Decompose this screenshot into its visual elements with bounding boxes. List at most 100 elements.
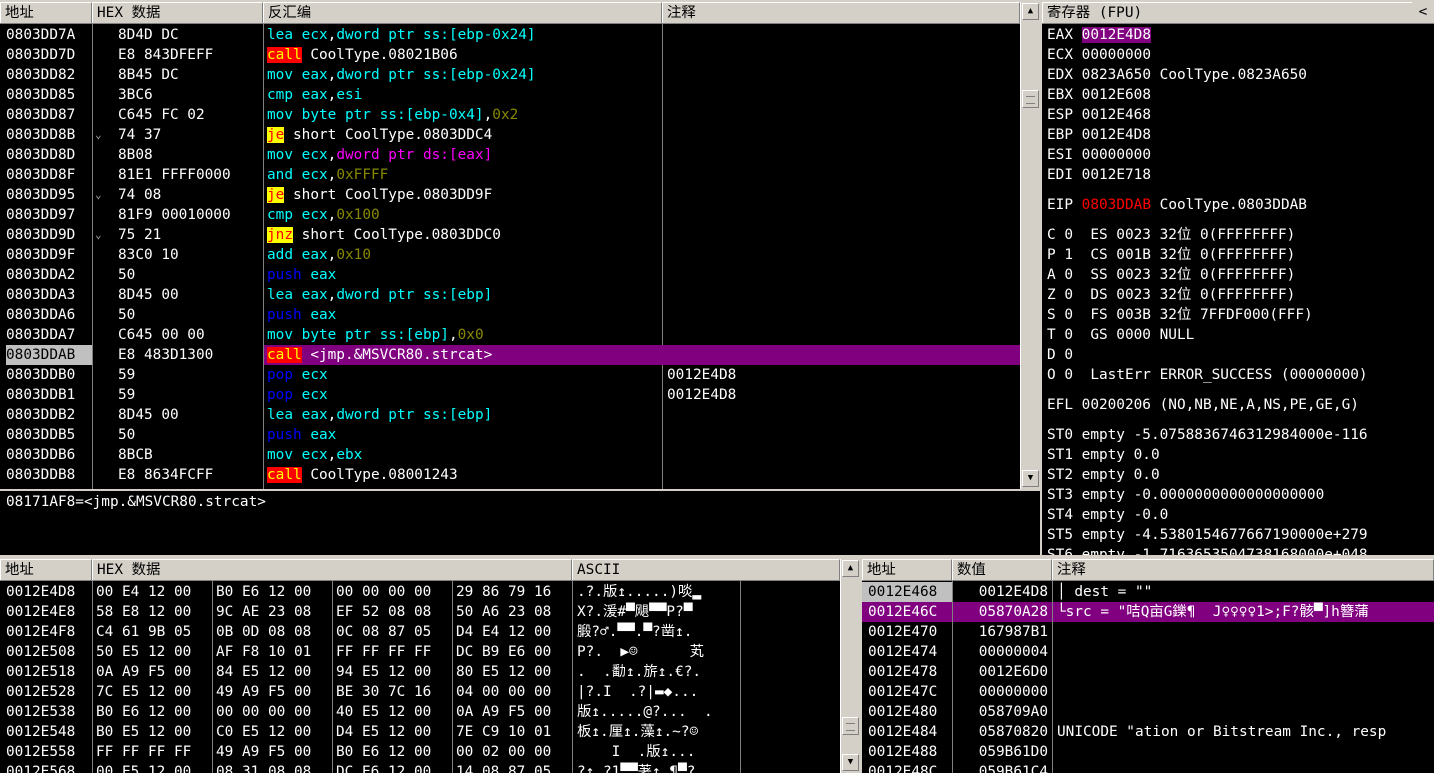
fpu-row[interactable]: ST4 empty -0.0 (1047, 505, 1168, 525)
dump-scroll-thumb[interactable] (842, 717, 859, 735)
disasm-row[interactable]: 0803DDA3 8D45 00 lea eax,dword ptr ss:[ebp… (0, 285, 1020, 305)
dump-row[interactable]: 0012E4F8 C4 61 9B 05 0B 0D 08 08 0C 08 87 0… (0, 622, 840, 642)
disasm-row[interactable]: 0803DD8D 8B08 mov ecx,dword ptr ds:[eax] (0, 145, 1020, 165)
dump-pane[interactable]: 0012E4D8 00 E4 12 00 B0 E6 12 00 00 00 00 0… (0, 581, 840, 773)
dump-scroll-up-icon[interactable]: ▲ (842, 560, 859, 577)
dump-row[interactable]: 0012E548 B0 E5 12 00 C0 E5 12 00 D4 E5 12 0… (0, 722, 840, 742)
dump-col-ascii[interactable]: ASCII (572, 559, 840, 580)
disasm-row[interactable]: 0803DD95 ⌄ 74 08 je short CoolType.0803DD9F (0, 185, 1020, 205)
disasm-row[interactable]: 0803DD7D E8 843DFEFF call CoolType.08021B0… (0, 45, 1020, 65)
disasm-row[interactable]: 0803DDB5 50 push eax (0, 425, 1020, 445)
register-value[interactable]: 0012E608 (1082, 87, 1151, 103)
scroll-down-icon[interactable]: ▼ (1022, 470, 1039, 487)
register-value[interactable]: 0823A650 (1082, 67, 1151, 83)
disasm-row[interactable]: 0803DD8F 81E1 FFFF0000 and ecx,0xFFFF (0, 165, 1020, 185)
col-comment[interactable]: 注释 (662, 2, 1020, 23)
disasm-row[interactable]: 0803DD9F 83C0 10 add eax,0x10 (0, 245, 1020, 265)
stack-row[interactable]: 0012E46C 05870A28 └src = "咭Q亩G鑠¶ J♀♀♀♀1>;F… (862, 602, 1434, 622)
scroll-up-icon[interactable]: ▲ (1022, 3, 1039, 20)
stack-row[interactable]: 0012E468 0012E4D8 │ dest = "" (862, 582, 1434, 602)
disasm-row[interactable]: 0803DDB1 59 pop ecx 0012E4D8 (0, 385, 1020, 405)
disasm-row[interactable]: 0803DD82 8B45 DC mov eax,dword ptr ss:[ebp… (0, 65, 1020, 85)
register-ecx[interactable]: ECX 00000000 (1047, 45, 1432, 65)
dump-row[interactable]: 0012E518 0A A9 F5 00 84 E5 12 00 94 E5 12 0… (0, 662, 840, 682)
flag-row[interactable]: T 0 GS 0000 NULL (1047, 325, 1194, 345)
stack-col-value[interactable]: 数值 (952, 559, 1052, 580)
collapse-icon[interactable]: < (1412, 2, 1434, 23)
col-disasm[interactable]: 反汇编 (263, 2, 662, 23)
register-value[interactable]: 00000000 (1082, 147, 1151, 163)
stack-row[interactable]: 0012E480 058709A0 (862, 702, 1434, 722)
flag-row[interactable]: D 0 (1047, 345, 1073, 365)
dump-scrollbar[interactable]: ▲ ▼ (840, 559, 860, 773)
fpu-row[interactable]: ST5 empty -4.5380154677667190000e+279 (1047, 525, 1368, 545)
stack-col-address[interactable]: 地址 (862, 559, 952, 580)
disasm-row[interactable]: 0803DDA7 C645 00 00 mov byte ptr ss:[ebp],… (0, 325, 1020, 345)
dump-col-hex[interactable]: HEX 数据 (92, 559, 572, 580)
register-edx[interactable]: EDX 0823A650 CoolType.0823A650 (1047, 65, 1432, 85)
register-ebp[interactable]: EBP 0012E4D8 (1047, 125, 1432, 145)
register-value[interactable]: 0012E468 (1082, 107, 1151, 123)
register-value[interactable]: 0012E4D8 (1082, 127, 1151, 143)
flag-row[interactable]: O 0 LastErr ERROR_SUCCESS (00000000) (1047, 365, 1368, 385)
flag-row[interactable]: S 0 FS 003B 32位 7FFDF000(FFF) (1047, 305, 1313, 325)
dump-row[interactable]: 0012E4D8 00 E4 12 00 B0 E6 12 00 00 00 00 0… (0, 582, 840, 602)
stack-row[interactable]: 0012E48C 059B61C4 (862, 762, 1434, 773)
flag-row[interactable]: P 1 CS 001B 32位 0(FFFFFFFF) (1047, 245, 1295, 265)
register-esi[interactable]: ESI 00000000 (1047, 145, 1432, 165)
dump-row[interactable]: 0012E558 FF FF FF FF 49 A9 F5 00 B0 E6 12 0… (0, 742, 840, 762)
dump-row[interactable]: 0012E568 00 E5 12 00 08 31 08 08 DC E6 12 0… (0, 762, 840, 773)
col-hex[interactable]: HEX 数据 (92, 2, 263, 23)
fpu-row[interactable]: ST0 empty -5.0758836746312984000e-116 (1047, 425, 1368, 445)
register-ebx[interactable]: EBX 0012E608 (1047, 85, 1432, 105)
stack-row[interactable]: 0012E488 059B61D0 (862, 742, 1434, 762)
disasm-row[interactable]: 0803DD97 81F9 00010000 cmp ecx,0x100 (0, 205, 1020, 225)
disasm-row[interactable]: 0803DDB8 E8 8634FCFF call CoolType.0800124… (0, 465, 1020, 485)
dump-row[interactable]: 0012E508 50 E5 12 00 AF F8 10 01 FF FF FF F… (0, 642, 840, 662)
disasm-row[interactable]: 0803DDA6 50 push eax (0, 305, 1020, 325)
disasm-row[interactable]: 0803DDB0 59 pop ecx 0012E4D8 (0, 365, 1020, 385)
disasm-row[interactable]: 0803DD9D ⌄ 75 21 jnz short CoolType.0803DDC… (0, 225, 1020, 245)
stack-row[interactable]: 0012E470 167987B1 (862, 622, 1434, 642)
disasm-row[interactable]: 0803DD85 3BC6 cmp eax,esi (0, 85, 1020, 105)
stack-col-comment[interactable]: 注释 (1052, 559, 1434, 580)
register-value[interactable]: 00000000 (1082, 47, 1151, 63)
register-eax[interactable]: EAX 0012E4D8 (1047, 25, 1432, 45)
flag-row[interactable]: C 0 ES 0023 32位 0(FFFFFFFF) (1047, 225, 1295, 245)
register-esp[interactable]: ESP 0012E468 (1047, 105, 1432, 125)
disasm-row[interactable]: 0803DD87 C645 FC 02 mov byte ptr ss:[ebp-0… (0, 105, 1020, 125)
dump-scroll-down-icon[interactable]: ▼ (842, 754, 859, 771)
disasm-row[interactable]: 0803DDB6 8BCB mov ecx,ebx (0, 445, 1020, 465)
flag-row[interactable]: A 0 SS 0023 32位 0(FFFFFFFF) (1047, 265, 1295, 285)
stack-row[interactable]: 0012E484 05870820 UNICODE "ation or Bitstr… (862, 722, 1434, 742)
eflags-row[interactable]: EFL 00200206 (NO,NB,NE,A,NS,PE,GE,G) (1047, 395, 1359, 415)
dump-row[interactable]: 0012E538 B0 E6 12 00 00 00 00 00 40 E5 12 0… (0, 702, 840, 722)
disasm-row[interactable]: 0803DD8B ⌄ 74 37 je short CoolType.0803DDC4 (0, 125, 1020, 145)
register-value[interactable]: 0803DDAB (1082, 197, 1151, 213)
flag-row[interactable]: Z 0 DS 0023 32位 0(FFFFFFFF) (1047, 285, 1295, 305)
register-value[interactable]: 0012E4D8 (1081, 27, 1151, 43)
register-eip[interactable]: EIP 0803DDAB CoolType.0803DDAB (1047, 195, 1432, 215)
stack-pane[interactable]: 0012E468 0012E4D8 │ dest = "" 0012E46C 05870… (862, 581, 1434, 773)
disasm-row[interactable]: 0803DDA2 50 push eax (0, 265, 1020, 285)
stack-row[interactable]: 0012E47C 00000000 (862, 682, 1434, 702)
col-address[interactable]: 地址 (0, 2, 92, 23)
register-value[interactable]: 0012E718 (1082, 167, 1151, 183)
dump-col-address[interactable]: 地址 (0, 559, 92, 580)
dump-row[interactable]: 0012E4E8 58 E8 12 00 9C AE 23 08 EF 52 08 0… (0, 602, 840, 622)
disasm-row[interactable]: 0803DDAB E8 483D1300 call <jmp.&MSVCR80.st… (0, 345, 1020, 365)
scroll-thumb[interactable] (1022, 90, 1039, 108)
stack-row[interactable]: 0012E474 00000004 (862, 642, 1434, 662)
disasm-row[interactable]: 0803DDB2 8D45 00 lea eax,dword ptr ss:[ebp… (0, 405, 1020, 425)
registers-pane[interactable]: EAX 0012E4D8 ECX 00000000 EDX 0823A650 C… (1042, 24, 1434, 555)
fpu-row[interactable]: ST6 empty -1.7163653504738168000e+048 (1047, 545, 1368, 555)
fpu-row[interactable]: ST2 empty 0.0 (1047, 465, 1160, 485)
register-edi[interactable]: EDI 0012E718 (1047, 165, 1432, 185)
disasm-scrollbar[interactable]: ▲ ▼ (1020, 2, 1040, 489)
fpu-row[interactable]: ST1 empty 0.0 (1047, 445, 1160, 465)
dump-row[interactable]: 0012E528 7C E5 12 00 49 A9 F5 00 BE 30 7C 1… (0, 682, 840, 702)
disasm-row[interactable]: 0803DD7A 8D4D DC lea ecx,dword ptr ss:[ebp… (0, 25, 1020, 45)
stack-row[interactable]: 0012E478 0012E6D0 (862, 662, 1434, 682)
disasm-pane[interactable]: 0803DD7A 8D4D DC lea ecx,dword ptr ss:[ebp… (0, 24, 1020, 489)
fpu-row[interactable]: ST3 empty -0.0000000000000000000 (1047, 485, 1324, 505)
